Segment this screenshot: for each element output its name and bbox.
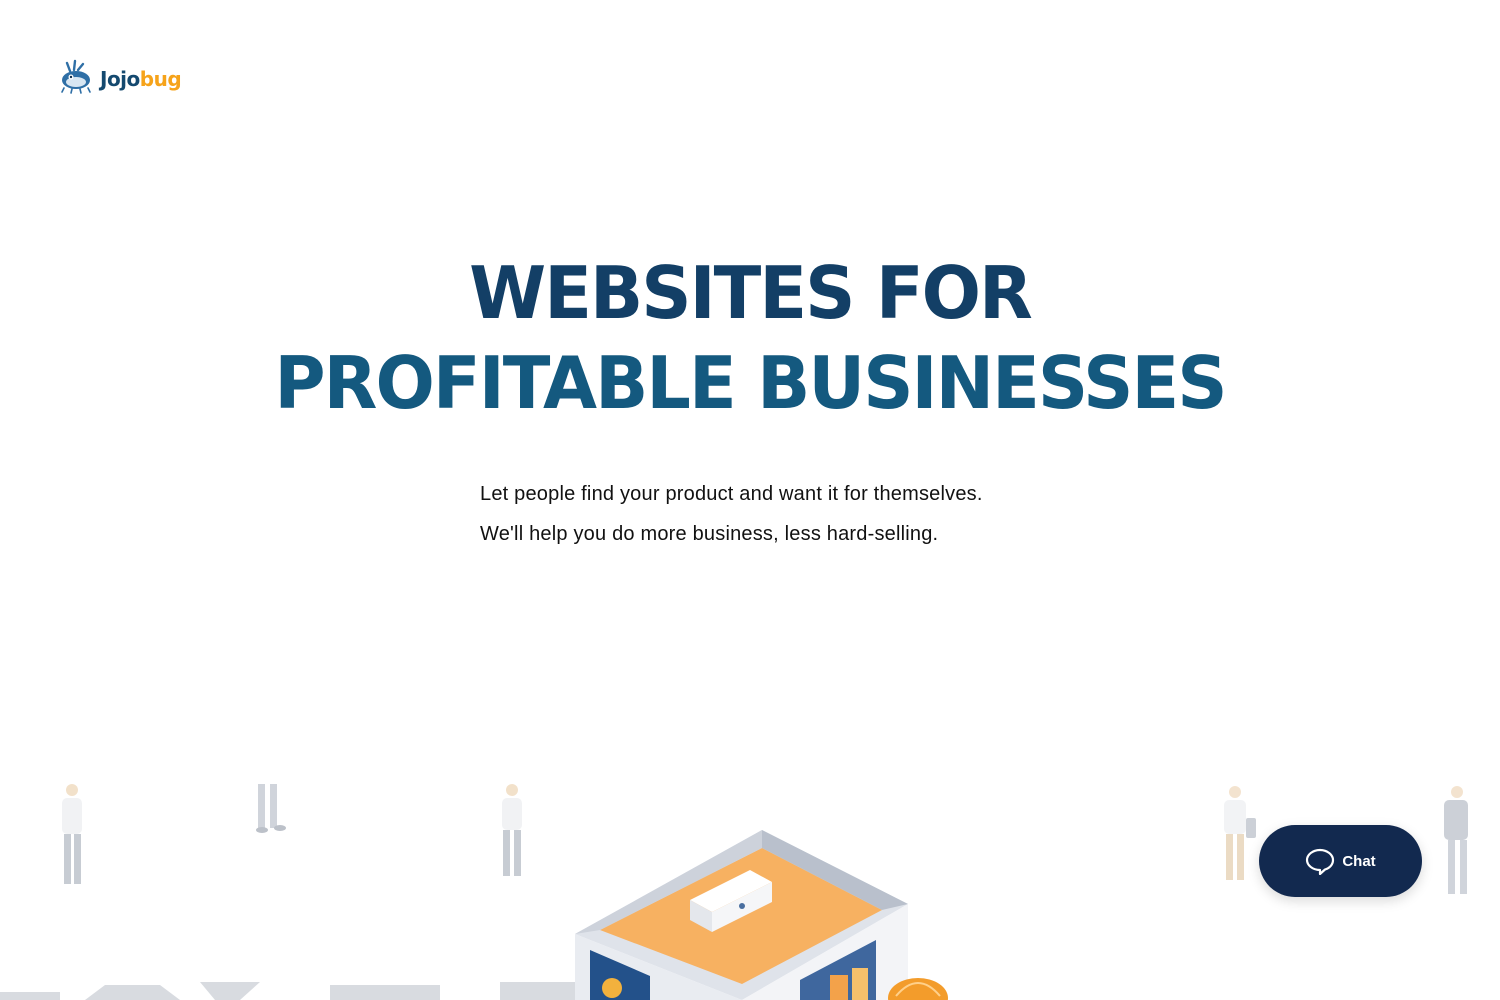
hero-headline: WEBSITES FOR PROFITABLE BUSINESSES [0,248,1500,428]
person-figure-1 [62,784,82,884]
person-figure-5 [1444,786,1468,894]
hero-subtext: Let people find your product and want it… [480,474,1080,554]
isometric-building [575,830,908,1000]
headline-line-2: PROFITABLE BUSINESSES [274,341,1227,425]
person-figure-2 [256,784,286,833]
site-logo[interactable]: Jojobug [58,58,182,94]
chat-button[interactable]: Chat [1259,825,1422,897]
hero-section: WEBSITES FOR PROFITABLE BUSINESSES [0,248,1500,428]
chat-bubble-icon [1306,848,1335,875]
logo-text-jojo: Jojo [100,67,140,91]
subtext-line-1: Let people find your product and want it… [480,483,983,505]
chat-button-label: Chat [1342,852,1376,870]
person-figure-3 [502,784,522,876]
logo-text-bug: bug [139,67,182,91]
page: Jojobug WEBSITES FOR PROFITABLE BUSINESS… [0,0,1500,1000]
bug-mascot-icon [61,59,91,94]
faded-background-lettering [0,982,580,1000]
logo-wordmark: Jojobug [100,67,182,91]
headline-line-1: WEBSITES FOR [469,251,1033,335]
subtext-line-2: We'll help you do more business, less ha… [480,523,939,545]
person-figure-4 [1224,786,1256,880]
